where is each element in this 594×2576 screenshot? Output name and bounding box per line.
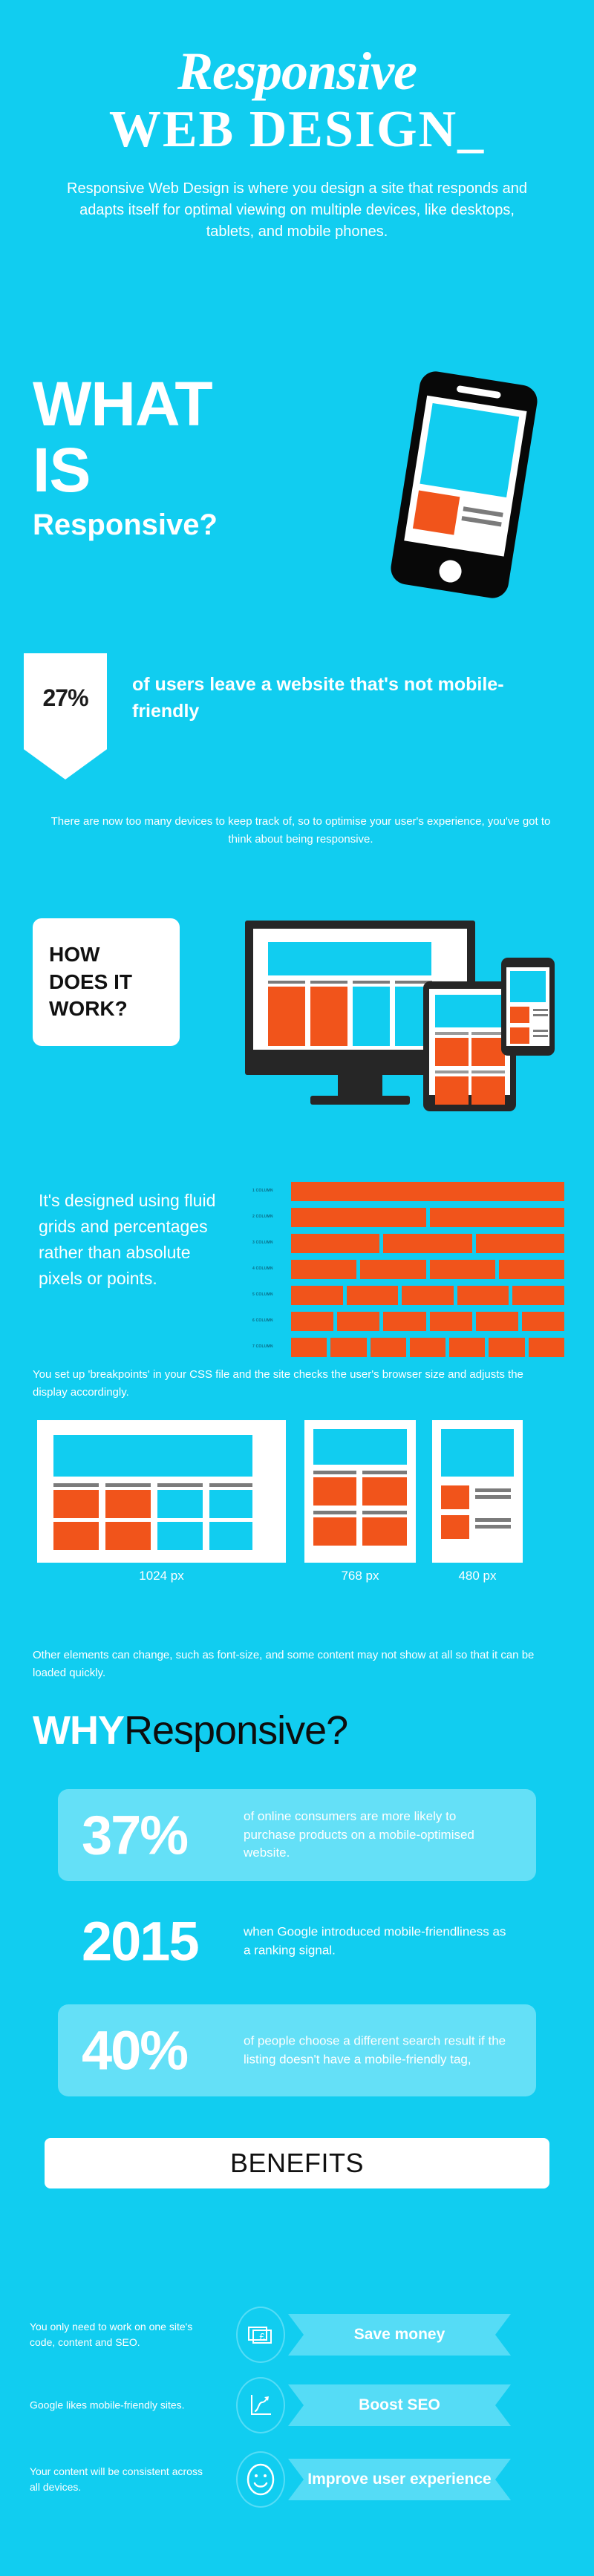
smiley-face-icon-svg xyxy=(247,2463,275,2496)
grid-row: 4 COLUMN xyxy=(252,1260,564,1279)
how-line3: WORK? xyxy=(49,997,128,1021)
why-bold: WHY xyxy=(33,1708,125,1753)
page-title-line1: Responsive xyxy=(177,42,417,101)
breakpoints-note: You set up 'breakpoints' in your CSS fil… xyxy=(33,1368,523,1399)
header-subtitle: Responsive Web Design is where you desig… xyxy=(67,180,527,240)
stat-number: 37% xyxy=(82,1804,189,1866)
stat-text: of people choose a different search resu… xyxy=(244,2033,506,2066)
stat-text: of online consumers are more likely to p… xyxy=(244,1809,474,1860)
phone-screen-text-line xyxy=(461,516,502,527)
grid-row-label: 4 COLUMN xyxy=(252,1266,273,1271)
growth-chart-icon xyxy=(236,2377,285,2433)
svg-text:£: £ xyxy=(259,2331,265,2342)
stat-ribbon-text: of users leave a website that's not mobi… xyxy=(132,674,504,722)
phone-screen-text-line xyxy=(463,506,503,517)
grid-row-label: 2 COLUMN xyxy=(252,1215,273,1219)
benefit-row-improve-ux: Your content will be consistent across a… xyxy=(30,2450,572,2509)
benefit-label: Improve user experience xyxy=(307,2470,492,2488)
grid-row-label: 1 COLUMN xyxy=(252,1189,273,1193)
growth-chart-icon-svg xyxy=(251,2395,271,2415)
grid-row: 1 COLUMN xyxy=(252,1182,564,1201)
mobile-screen xyxy=(506,967,549,1046)
fluid-grid-text: It's designed using fluid grids and perc… xyxy=(39,1191,216,1288)
grid-row-label: 6 COLUMN xyxy=(252,1318,273,1323)
stat-ribbon-badge: 27% xyxy=(24,653,107,779)
grid-row-bars xyxy=(291,1286,564,1305)
phone-screen-hero-block xyxy=(420,403,520,498)
mobile-hero-block xyxy=(510,971,546,1002)
phone-screen xyxy=(404,395,527,557)
grid-row: 6 COLUMN xyxy=(252,1312,565,1331)
stat-text: when Google introduced mobile-friendline… xyxy=(244,1924,506,1957)
grid-row-label: 3 COLUMN xyxy=(252,1240,273,1245)
breakpoint-label-768: 768 px xyxy=(341,1569,379,1583)
stat-number: 40% xyxy=(82,2019,189,2082)
infographic-page: Responsive WEB DESIGN_ Responsive Web De… xyxy=(0,0,594,2576)
benefits-heading-box: BENEFITS xyxy=(45,2138,549,2188)
grid-row-bars xyxy=(291,1234,564,1253)
money-note-icon-svg: £ xyxy=(248,2327,272,2344)
phone-home-button-icon xyxy=(437,558,463,584)
breakpoint-layouts: 1024 px 768 px 480 px xyxy=(37,1420,557,1591)
grid-row-label: 7 COLUMN xyxy=(252,1344,273,1349)
mobile-phone-icon xyxy=(501,958,555,1056)
benefit-row-boost-seo: Google likes mobile-friendly sites. Boos… xyxy=(30,2376,572,2435)
phone-screen-orange-block xyxy=(412,490,460,535)
what-is-line3: Responsive? xyxy=(33,508,218,541)
benefit-text: You only need to work on one site's code… xyxy=(30,2321,193,2348)
smiley-face-icon xyxy=(236,2451,285,2508)
how-line1: HOW xyxy=(49,942,100,966)
monitor-base xyxy=(310,1096,410,1105)
fluid-grid-diagram: 1 COLUMN 2 COLUMN 3 COLUMN 4 COLUMN 5 CO… xyxy=(252,1182,565,1364)
grid-row: 3 COLUMN xyxy=(252,1234,564,1253)
devices-illustration xyxy=(245,915,579,1137)
benefit-label: Boost SEO xyxy=(359,2396,440,2413)
breakpoint-label-480: 480 px xyxy=(458,1569,497,1583)
stat-ribbon-value: 27% xyxy=(42,684,88,711)
benefits-heading: BENEFITS xyxy=(229,2148,365,2178)
benefit-text: Your content will be consistent across a… xyxy=(30,2465,203,2493)
layout-1024 xyxy=(37,1420,286,1563)
why-light: Responsive? xyxy=(123,1708,348,1753)
grid-row: 5 COLUMN xyxy=(252,1286,564,1305)
tablet-hero-block xyxy=(435,995,504,1027)
phone-body xyxy=(388,369,540,601)
money-note-icon: £ xyxy=(236,2307,285,2363)
grid-row-label: 5 COLUMN xyxy=(252,1292,273,1297)
what-is-line1: WHAT xyxy=(33,369,213,439)
layout-480 xyxy=(432,1420,523,1563)
benefit-banner: Improve user experience xyxy=(288,2459,511,2500)
benefit-banner: Save money xyxy=(288,2314,511,2356)
benefit-text: Google likes mobile-friendly sites. xyxy=(30,2399,185,2411)
grid-row: 2 COLUMN xyxy=(252,1208,564,1227)
benefit-row-save-money: You only need to work on one site's code… xyxy=(30,2305,572,2364)
benefit-banner: Boost SEO xyxy=(288,2384,511,2426)
stat-ribbon-note: There are now too many devices to keep t… xyxy=(50,815,551,846)
other-elements-note: Other elements can change, such as font-… xyxy=(33,1649,535,1680)
grid-row: 7 COLUMN xyxy=(252,1338,564,1357)
benefit-label: Save money xyxy=(353,2325,446,2343)
breakpoint-label-1024: 1024 px xyxy=(139,1569,184,1583)
grid-row-bars xyxy=(291,1260,564,1279)
layout-768 xyxy=(304,1420,416,1563)
what-is-line2: IS xyxy=(33,434,91,505)
grid-row-bars xyxy=(291,1182,564,1201)
grid-row-bars xyxy=(291,1208,564,1227)
how-line2: DOES IT xyxy=(49,970,133,993)
stat-number: 2015 xyxy=(82,1910,200,1972)
header: Responsive WEB DESIGN_ Responsive Web De… xyxy=(0,0,594,243)
stat-card-37: 37% of online consumers are more likely … xyxy=(58,1789,536,1881)
what-is-section: WHAT IS Responsive? xyxy=(33,369,345,541)
page-title-line2: WEB DESIGN_ xyxy=(108,101,486,158)
how-does-it-work-box: HOW DOES IT WORK? xyxy=(33,918,180,1046)
phone-speaker-icon xyxy=(456,385,502,399)
tablet-screen xyxy=(429,989,510,1105)
stat-card-2015: 2015 when Google introduced mobile-frien… xyxy=(58,1900,536,1982)
grid-row-bars xyxy=(291,1312,565,1331)
grid-row-bars xyxy=(291,1338,564,1357)
why-responsive-heading: WHYResponsive? xyxy=(33,1707,567,1753)
monitor-hero-block xyxy=(268,942,431,975)
smartphone-illustration xyxy=(386,369,572,607)
stat-card-40: 40% of people choose a different search … xyxy=(58,2004,536,2096)
